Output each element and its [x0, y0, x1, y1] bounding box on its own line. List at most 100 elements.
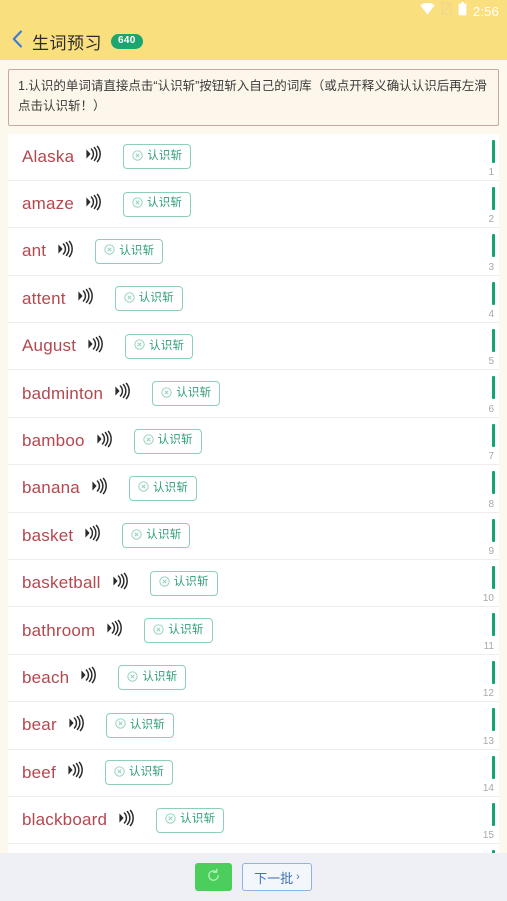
- sound-wave-icon[interactable]: [112, 382, 131, 405]
- row-index: 7: [488, 451, 494, 463]
- word-row[interactable]: badminton 认识斩 6: [8, 370, 499, 418]
- word-row[interactable]: amaze 认识斩 2: [8, 181, 499, 229]
- sound-wave-icon[interactable]: [78, 666, 97, 689]
- chevron-left-icon[interactable]: [12, 29, 23, 53]
- progress-bar-indicator: [492, 802, 495, 826]
- know-word-label: 认识斩: [149, 339, 185, 352]
- know-word-button[interactable]: 认识斩: [156, 807, 225, 833]
- know-word-label: 认识斩: [146, 529, 182, 542]
- progress-bar-indicator: [492, 755, 495, 779]
- progress-bar-indicator: [492, 471, 495, 495]
- instruction-notice: 1.认识的单词请直接点击“认识斩”按钮斩入自己的词库（或点开释义确认认识后再左滑…: [8, 69, 499, 126]
- refresh-button[interactable]: [195, 863, 233, 891]
- word-text: amaze: [22, 194, 75, 214]
- sound-wave-icon[interactable]: [116, 809, 135, 832]
- word-text: ant: [22, 241, 47, 261]
- know-word-button[interactable]: 认识斩: [122, 523, 191, 549]
- notice-container: 1.认识的单词请直接点击“认识斩”按钮斩入自己的词库（或点开释义确认认识后再左滑…: [0, 60, 507, 134]
- word-text: Alaska: [22, 146, 75, 166]
- word-row[interactable]: basket 认识斩 9: [8, 513, 499, 561]
- row-index: 13: [482, 735, 494, 747]
- circle-x-icon: [161, 385, 172, 403]
- row-index: 5: [488, 356, 494, 368]
- word-row[interactable]: basketball 认识斩 10: [8, 560, 499, 608]
- circle-x-icon: [138, 479, 149, 497]
- word-row[interactable]: attent 认识斩 4: [8, 276, 499, 324]
- word-row[interactable]: bear 认识斩 13: [8, 702, 499, 750]
- know-word-button[interactable]: 认识斩: [95, 238, 164, 264]
- refresh-icon: [206, 868, 221, 886]
- word-text: banana: [22, 478, 80, 498]
- app-header: 生词预习 640: [0, 22, 507, 60]
- sound-wave-icon[interactable]: [82, 524, 101, 547]
- sound-wave-icon[interactable]: [110, 572, 128, 595]
- row-index: 6: [488, 403, 494, 415]
- know-word-label: 认识斩: [129, 718, 165, 731]
- next-batch-label: 下一批: [254, 870, 294, 886]
- know-word-button[interactable]: 认识斩: [118, 665, 187, 691]
- row-index: 2: [488, 214, 494, 226]
- know-word-button[interactable]: 认识斩: [114, 286, 183, 312]
- row-index: 10: [482, 593, 494, 605]
- know-word-button[interactable]: 认识斩: [128, 475, 198, 501]
- sound-wave-icon[interactable]: [104, 619, 123, 642]
- progress-bar-indicator: [492, 660, 495, 684]
- progress-bar-indicator: [492, 376, 495, 400]
- sound-wave-icon[interactable]: [83, 145, 102, 168]
- row-index: 12: [482, 688, 494, 700]
- sound-wave-icon[interactable]: [85, 335, 104, 358]
- status-bar: 2:56: [0, 0, 507, 22]
- circle-x-icon: [104, 242, 115, 260]
- circle-x-icon: [124, 290, 135, 308]
- know-word-label: 认识斩: [173, 576, 209, 589]
- sound-wave-icon[interactable]: [83, 193, 101, 216]
- sound-wave-icon[interactable]: [75, 287, 93, 310]
- progress-bar-indicator: [492, 566, 495, 590]
- word-text: bamboo: [22, 431, 85, 451]
- circle-x-icon: [134, 337, 145, 355]
- word-row[interactable]: bamboo 认识斩 7: [8, 418, 499, 466]
- progress-bar-indicator: [492, 234, 495, 258]
- progress-bar-indicator: [492, 423, 495, 447]
- word-text: attent: [22, 288, 66, 308]
- word-row[interactable]: blackboard 认识斩 15: [8, 797, 499, 845]
- know-word-button[interactable]: 认识斩: [123, 144, 192, 170]
- progress-bar-indicator: [492, 708, 495, 732]
- sound-wave-icon[interactable]: [94, 430, 112, 453]
- circle-x-icon: [153, 622, 165, 640]
- sound-wave-icon[interactable]: [65, 761, 83, 784]
- word-row[interactable]: bathroom 认识斩 11: [8, 607, 499, 655]
- sound-wave-icon[interactable]: [89, 477, 107, 500]
- know-word-button[interactable]: 认识斩: [133, 428, 202, 454]
- word-text: blackboard: [22, 810, 108, 830]
- word-row[interactable]: beach 认识斩 12: [8, 655, 499, 703]
- know-word-button[interactable]: 认识斩: [144, 618, 213, 644]
- know-word-label: 认识斩: [152, 481, 189, 494]
- progress-bar-indicator: [492, 186, 495, 210]
- know-word-label: 认识斩: [119, 244, 155, 257]
- word-row[interactable]: August 认识斩 5: [8, 323, 499, 371]
- know-word-label: 认识斩: [142, 671, 178, 684]
- know-word-button[interactable]: 认识斩: [149, 570, 218, 596]
- word-row[interactable]: ant 认识斩 3: [8, 228, 499, 276]
- next-batch-button[interactable]: 下一批 ›: [242, 863, 312, 891]
- word-list-scroll-area[interactable]: Alaska 认识斩 1 amaze 认识斩 2 ant 认识斩 3 attent 认识斩 4 Augu…: [0, 133, 507, 873]
- know-word-button[interactable]: 认识斩: [105, 712, 174, 738]
- word-row[interactable]: banana 认识斩 8: [8, 465, 499, 513]
- know-word-label: 认识斩: [147, 149, 183, 162]
- know-word-button[interactable]: 认识斩: [125, 333, 194, 359]
- know-word-button[interactable]: 认识斩: [104, 760, 173, 786]
- progress-bar-indicator: [492, 518, 495, 542]
- word-count-badge: 640: [111, 33, 143, 49]
- sound-wave-icon[interactable]: [55, 240, 74, 263]
- progress-bar-indicator: [492, 613, 495, 637]
- circle-x-icon: [143, 432, 154, 450]
- know-word-button[interactable]: 认识斩: [152, 381, 221, 407]
- sound-wave-icon[interactable]: [66, 714, 84, 737]
- know-word-label: 认识斩: [128, 766, 164, 779]
- know-word-button[interactable]: 认识斩: [123, 191, 192, 217]
- word-row[interactable]: Alaska 认识斩 1: [8, 134, 499, 181]
- word-row[interactable]: beef 认识斩 14: [8, 750, 499, 797]
- word-text: bear: [22, 715, 57, 735]
- circle-x-icon: [158, 574, 170, 592]
